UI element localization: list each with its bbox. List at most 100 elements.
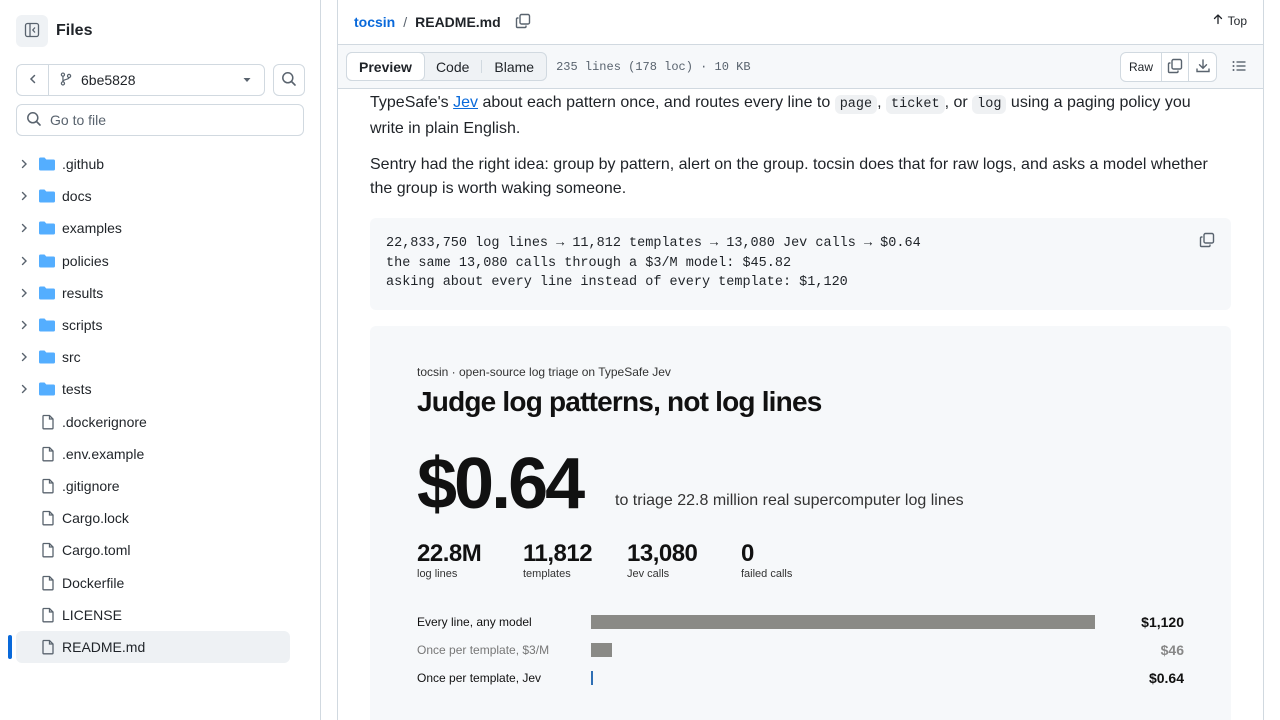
tree-folder-item[interactable]: tests — [16, 373, 290, 405]
bar-category-label: Once per template, $3/M — [417, 643, 550, 657]
chevron-right-icon[interactable] — [16, 222, 32, 234]
file-icon — [40, 542, 56, 558]
tree-file-item[interactable]: README.md — [16, 630, 290, 663]
back-to-top-button[interactable]: Top — [1212, 13, 1247, 28]
tree-folder-item[interactable]: .github — [16, 148, 290, 180]
raw-actions-group: Raw — [1119, 52, 1217, 82]
file-tree-sidebar: Files 6be5828 Go to file .github docs ex… — [0, 0, 321, 720]
tree-item-label: scripts — [62, 317, 103, 334]
stat-label: log lines — [417, 568, 458, 580]
tree-folder-item[interactable]: scripts — [16, 309, 290, 341]
stat-log-lines: 22.8M log lines — [417, 540, 482, 580]
tree-item-label: src — [62, 349, 81, 366]
branch-control: 6be5828 — [16, 64, 265, 96]
git-branch-icon — [59, 71, 73, 89]
go-to-file-placeholder: Go to file — [50, 112, 107, 128]
inline-code-ticket: ticket — [886, 95, 945, 114]
copy-path-button[interactable] — [515, 13, 531, 32]
tree-folder-item[interactable]: docs — [16, 180, 290, 212]
stat-value: 22.8M — [417, 540, 482, 567]
chevron-left-icon — [27, 72, 39, 88]
chevron-right-icon[interactable] — [16, 319, 32, 331]
view-mode-tabs: Preview Code Blame — [346, 52, 548, 81]
code-line: 22,833,750 log lines → 11,812 templates … — [386, 236, 921, 251]
chevron-right-icon[interactable] — [16, 287, 32, 299]
tree-item-label: .env.example — [62, 445, 145, 462]
branch-selector[interactable]: 6be5828 — [49, 65, 264, 95]
tree-file-item[interactable]: Cargo.lock — [16, 502, 290, 534]
file-toolbar: Preview Code Blame 235 lines (178 loc) ·… — [338, 45, 1263, 89]
stat-label: Jev calls — [627, 568, 670, 580]
hero-price: $0.64 — [417, 444, 585, 524]
bar-category-label: Once per template, Jev — [417, 671, 542, 685]
tab-code[interactable]: Code — [424, 53, 481, 80]
text-run: , — [877, 94, 886, 111]
bar-category-label: Every line, any model — [417, 615, 532, 629]
readme-paragraph: Sentry had the right idea: group by patt… — [370, 156, 1208, 197]
tree-item-label: .gitignore — [62, 477, 120, 494]
breadcrumb-repo-link[interactable]: tocsin — [354, 14, 395, 30]
search-files-button[interactable] — [273, 64, 305, 96]
search-icon — [26, 111, 42, 130]
tree-item-label: policies — [62, 252, 109, 269]
inline-code-log: log — [972, 95, 1007, 114]
jev-link[interactable]: Jev — [453, 94, 478, 111]
copy-raw-button[interactable] — [1162, 53, 1189, 81]
cost-bar — [591, 615, 1095, 629]
file-icon — [40, 510, 56, 526]
tree-file-item[interactable]: Dockerfile — [16, 566, 290, 598]
tree-file-item[interactable]: .gitignore — [16, 470, 290, 502]
bar-track — [591, 642, 1095, 658]
tab-preview[interactable]: Preview — [346, 52, 425, 81]
tree-item-label: LICENSE — [62, 606, 122, 623]
tab-blame[interactable]: Blame — [482, 53, 546, 80]
tree-folder-item[interactable]: examples — [16, 212, 290, 244]
file-meta: 235 lines (178 loc) · 10 KB — [556, 59, 751, 74]
tree-folder-item[interactable]: src — [16, 341, 290, 373]
chevron-right-icon[interactable] — [16, 158, 32, 170]
hero-headline: Judge log patterns, not log lines — [417, 386, 822, 417]
folder-icon — [38, 188, 56, 204]
code-block: 22,833,750 log lines → 11,812 templates … — [370, 218, 1231, 310]
branch-name: 6be5828 — [81, 72, 136, 88]
file-viewer: tocsin / README.md Top Preview Code Blam… — [337, 0, 1264, 720]
file-icon — [40, 446, 56, 462]
tree-item-label: README.md — [62, 638, 146, 655]
raw-button[interactable]: Raw — [1121, 53, 1162, 81]
chevron-right-icon[interactable] — [16, 255, 32, 267]
cost-bar-row: Once per template, $3/M $46 — [417, 640, 1184, 660]
tree-file-item[interactable]: LICENSE — [16, 599, 290, 631]
file-icon — [40, 639, 56, 655]
folder-icon — [38, 220, 56, 236]
code-line: asking about every line instead of every… — [386, 275, 848, 290]
selected-indicator — [8, 635, 12, 659]
collapse-sidebar-button[interactable] — [16, 15, 48, 47]
copy-icon — [1199, 232, 1215, 251]
branch-row: 6be5828 — [16, 64, 305, 96]
chevron-right-icon[interactable] — [16, 190, 32, 202]
chevron-right-icon[interactable] — [16, 383, 32, 395]
tree-file-item[interactable]: Cargo.toml — [16, 534, 290, 566]
tree-item-label: results — [62, 284, 104, 301]
stat-value: 0 — [741, 540, 754, 567]
code-line: the same 13,080 calls through a $3/M mod… — [386, 255, 792, 271]
readme-paragraph: TypeSafe's Jev about each pattern once, … — [370, 91, 1220, 141]
cost-bar-row: Once per template, Jev $0.64 — [417, 668, 1184, 688]
stat-failed-calls: 0 failed calls — [741, 540, 792, 580]
back-button[interactable] — [17, 65, 49, 95]
download-button[interactable] — [1189, 53, 1216, 81]
tree-folder-item[interactable]: policies — [16, 245, 290, 277]
folder-icon — [38, 317, 56, 333]
readme-content: TypeSafe's Jev about each pattern once, … — [370, 89, 1231, 720]
bar-value-label: $46 — [1160, 642, 1184, 658]
copy-code-button[interactable] — [1199, 232, 1215, 251]
outline-button[interactable] — [1231, 58, 1247, 77]
go-to-file-input[interactable]: Go to file — [16, 104, 304, 136]
tree-file-item[interactable]: .dockerignore — [16, 406, 290, 438]
bar-track — [591, 670, 1095, 686]
text-run: TypeSafe's — [370, 94, 454, 111]
tree-folder-item[interactable]: results — [16, 277, 290, 309]
tree-file-item[interactable]: .env.example — [16, 438, 290, 470]
caret-down-icon — [242, 72, 252, 88]
chevron-right-icon[interactable] — [16, 351, 32, 363]
